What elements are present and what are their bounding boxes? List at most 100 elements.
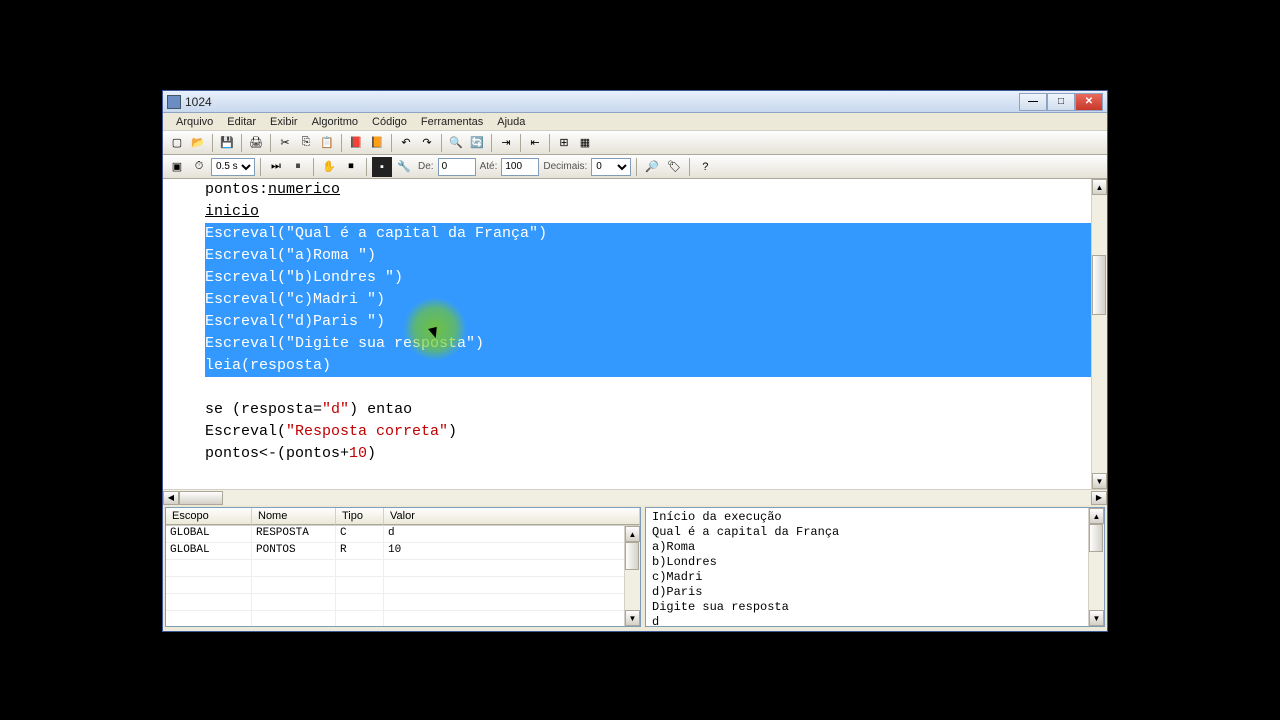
variables-header: Escopo Nome Tipo Valor [166, 508, 640, 526]
scroll-down-icon[interactable]: ▼ [625, 610, 640, 626]
output-line: d [652, 615, 1098, 626]
scroll-down-icon[interactable]: ▼ [1089, 610, 1104, 626]
console-icon[interactable]: ▪ [372, 157, 392, 177]
decimais-label: Decimais: [543, 161, 587, 172]
code-line[interactable]: Escreval("Resposta correta") [205, 421, 1107, 443]
copy-icon[interactable]: ⎘ [296, 133, 316, 153]
code-editor[interactable]: pontos:numericoinicioEscreval("Qual é a … [163, 179, 1107, 489]
app-icon [167, 95, 181, 109]
hscroll-thumb[interactable] [179, 491, 223, 505]
zoom-icon[interactable]: 🔎 [642, 157, 662, 177]
output-panel: Início da execuçãoQual é a capital da Fr… [645, 507, 1105, 627]
book2-icon[interactable]: 📙 [367, 133, 387, 153]
code-line[interactable]: pontos:numerico [205, 179, 1107, 201]
close-button[interactable]: ✕ [1075, 93, 1103, 111]
paste-icon[interactable]: 📋 [317, 133, 337, 153]
replace-icon[interactable]: 🔄 [467, 133, 487, 153]
stop-icon[interactable]: ⏹ [341, 157, 361, 177]
output-body[interactable]: Início da execuçãoQual é a capital da Fr… [646, 508, 1104, 626]
menu-algoritmo[interactable]: Algoritmo [305, 114, 365, 130]
open-file-icon[interactable]: 📂 [188, 133, 208, 153]
code-line[interactable] [205, 377, 1107, 399]
menu-ajuda[interactable]: Ajuda [490, 114, 532, 130]
col-valor[interactable]: Valor [384, 508, 640, 525]
vars-vscroll[interactable]: ▲ ▼ [624, 526, 640, 626]
outdent-icon[interactable]: ⇤ [525, 133, 545, 153]
titlebar[interactable]: 1024 — □ ✕ [163, 91, 1107, 113]
indent-icon[interactable]: ⇥ [496, 133, 516, 153]
code-vscroll[interactable]: ▲ ▼ [1091, 179, 1107, 489]
scroll-right-icon[interactable]: ▶ [1091, 491, 1107, 505]
window-buttons: — □ ✕ [1019, 93, 1103, 111]
col-tipo[interactable]: Tipo [336, 508, 384, 525]
cut-icon[interactable]: ✂ [275, 133, 295, 153]
tag-icon[interactable]: 🏷 [664, 157, 684, 177]
table-row[interactable] [166, 611, 640, 626]
menu-arquivo[interactable]: Arquivo [169, 114, 220, 130]
code-line[interactable]: leia(resposta) [205, 355, 1102, 377]
code-line[interactable]: pontos<-(pontos+10) [205, 443, 1107, 465]
toolbar-debug: ▣ ⏱ 0.5 s ⏭ ⏸ ✋ ⏹ ▪ 🔧 De: Até: Decimais:… [163, 155, 1107, 179]
code-line[interactable]: se (resposta="d") entao [205, 399, 1107, 421]
table-row[interactable] [166, 577, 640, 594]
pause-icon[interactable]: ⏸ [288, 157, 308, 177]
toolbar-main: ▢ 📂 💾 🖨 ✂ ⎘ 📋 📕 📙 ↶ ↷ 🔍 🔄 ⇥ ⇤ ⊞ ▦ [163, 131, 1107, 155]
code-hscroll[interactable]: ◀ ▶ [163, 489, 1107, 505]
code-line[interactable]: Escreval("b)Londres ") [205, 267, 1102, 289]
col-escopo[interactable]: Escopo [166, 508, 252, 525]
scroll-left-icon[interactable]: ◀ [163, 491, 179, 505]
scroll-up-icon[interactable]: ▲ [1089, 508, 1104, 524]
table-row[interactable]: GLOBALRESPOSTACd [166, 526, 640, 543]
book-icon[interactable]: 📕 [346, 133, 366, 153]
scroll-thumb[interactable] [1089, 524, 1103, 552]
code-line[interactable]: Escreval("a)Roma ") [205, 245, 1102, 267]
col-nome[interactable]: Nome [252, 508, 336, 525]
output-line: Qual é a capital da França [652, 525, 1098, 540]
code-line[interactable]: Escreval("d)Paris ") [205, 311, 1102, 333]
menu-codigo[interactable]: Código [365, 114, 414, 130]
scroll-thumb[interactable] [625, 542, 639, 570]
menubar: Arquivo Editar Exibir Algoritmo Código F… [163, 113, 1107, 131]
output-line: a)Roma [652, 540, 1098, 555]
decimais-select[interactable]: 0 [591, 158, 631, 176]
print-icon[interactable]: 🖨 [246, 133, 266, 153]
redo-icon[interactable]: ↷ [417, 133, 437, 153]
step-icon[interactable]: ⏭ [266, 157, 286, 177]
output-vscroll[interactable]: ▲ ▼ [1088, 508, 1104, 626]
output-line: d)Paris [652, 585, 1098, 600]
scroll-down-icon[interactable]: ▼ [1092, 473, 1107, 489]
run-icon[interactable]: ▣ [167, 157, 187, 177]
scroll-up-icon[interactable]: ▲ [1092, 179, 1107, 195]
minimize-button[interactable]: — [1019, 93, 1047, 111]
save-icon[interactable]: 💾 [217, 133, 237, 153]
table-icon[interactable]: ▦ [575, 133, 595, 153]
new-file-icon[interactable]: ▢ [167, 133, 187, 153]
help-icon[interactable]: ? [695, 157, 715, 177]
undo-icon[interactable]: ↶ [396, 133, 416, 153]
output-line: c)Madri [652, 570, 1098, 585]
de-input[interactable] [438, 158, 476, 176]
wrench-icon[interactable]: 🔧 [394, 157, 414, 177]
menu-editar[interactable]: Editar [220, 114, 263, 130]
table-row[interactable] [166, 560, 640, 577]
timer-icon[interactable]: ⏱ [189, 157, 209, 177]
code-line[interactable]: Escreval("Digite sua resposta") [205, 333, 1102, 355]
speed-select[interactable]: 0.5 s [211, 158, 255, 176]
scroll-thumb[interactable] [1092, 255, 1106, 315]
menu-exibir[interactable]: Exibir [263, 114, 305, 130]
table-row[interactable] [166, 594, 640, 611]
code-line[interactable]: inicio [205, 201, 1107, 223]
code-line[interactable]: Escreval("c)Madri ") [205, 289, 1102, 311]
find-icon[interactable]: 🔍 [446, 133, 466, 153]
variables-panel: Escopo Nome Tipo Valor GLOBALRESPOSTACdG… [165, 507, 641, 627]
variables-body[interactable]: GLOBALRESPOSTACdGLOBALPONTOSR10 [166, 526, 640, 626]
ate-input[interactable] [501, 158, 539, 176]
app-window: 1024 — □ ✕ Arquivo Editar Exibir Algorit… [162, 90, 1108, 632]
grid-icon[interactable]: ⊞ [554, 133, 574, 153]
hand-icon[interactable]: ✋ [319, 157, 339, 177]
table-row[interactable]: GLOBALPONTOSR10 [166, 543, 640, 560]
menu-ferramentas[interactable]: Ferramentas [414, 114, 490, 130]
maximize-button[interactable]: □ [1047, 93, 1075, 111]
code-line[interactable]: Escreval("Qual é a capital da França") [205, 223, 1102, 245]
scroll-up-icon[interactable]: ▲ [625, 526, 640, 542]
